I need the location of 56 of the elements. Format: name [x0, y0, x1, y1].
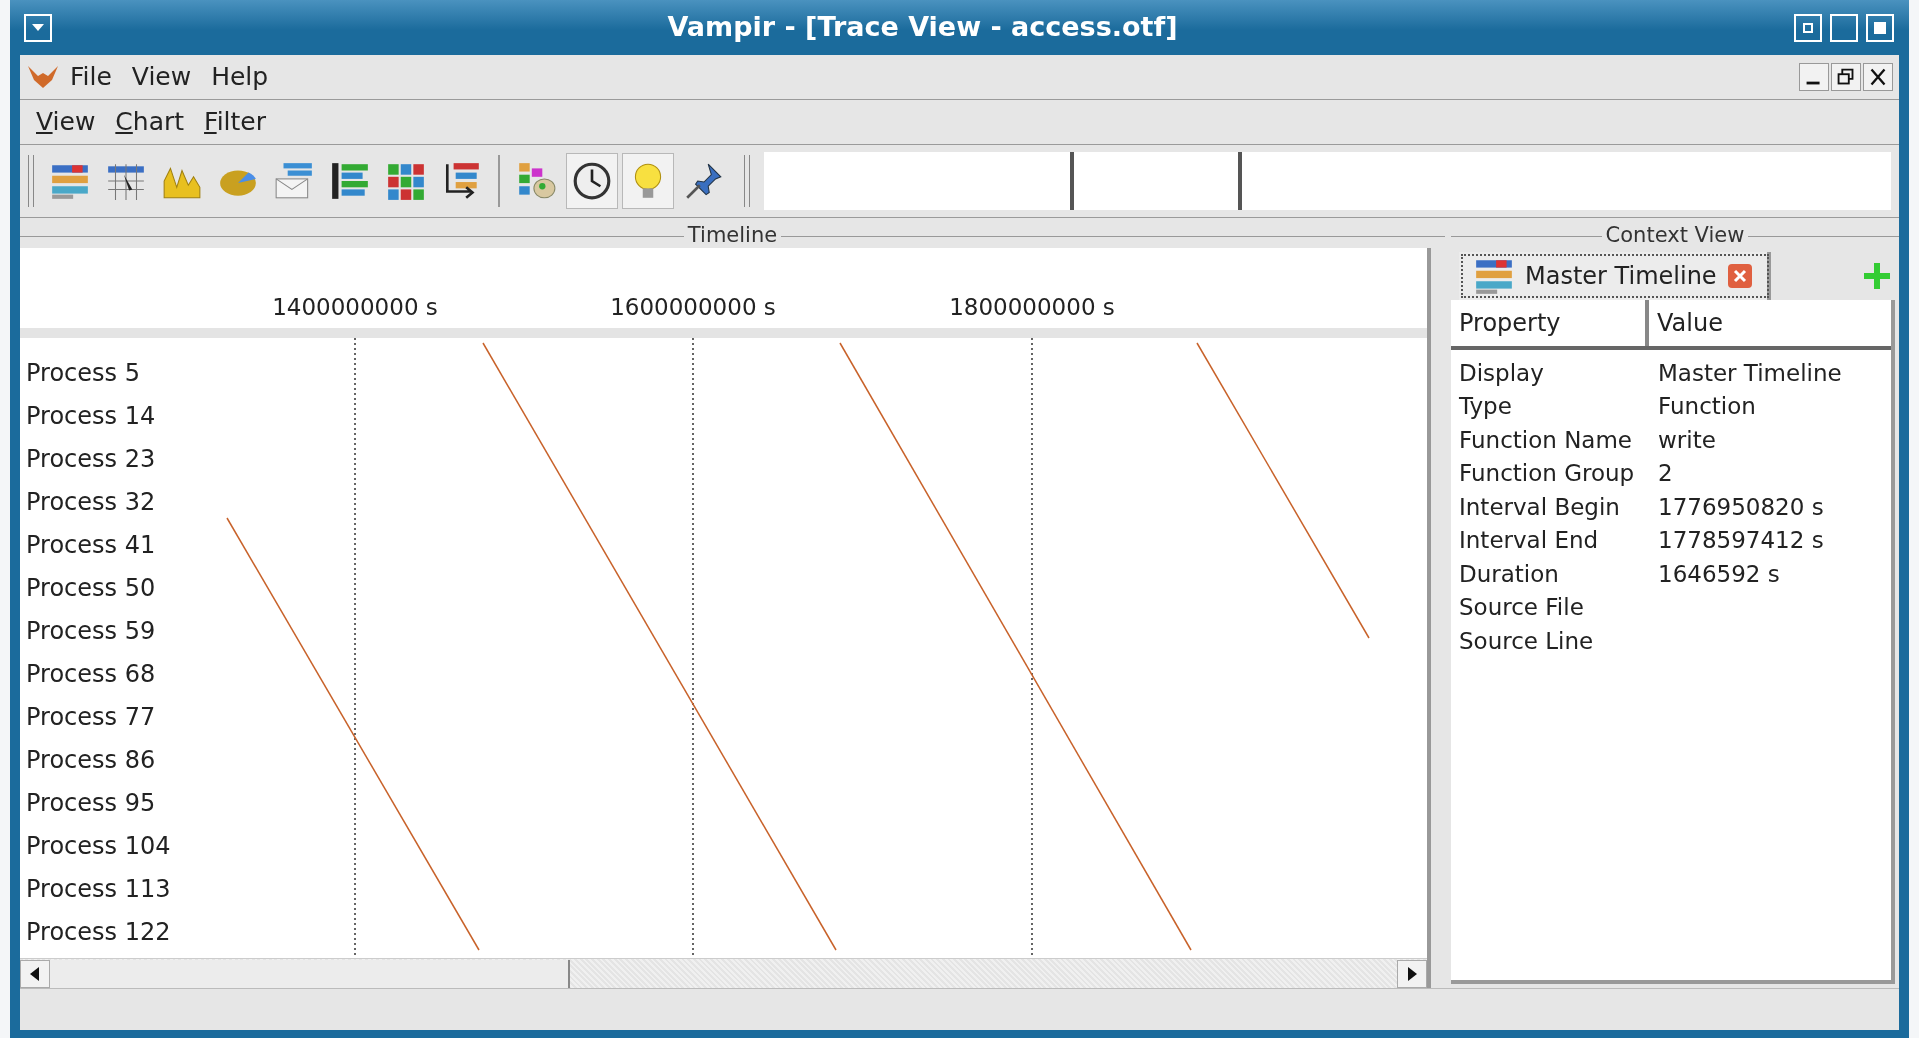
process-label: Process 50 [26, 575, 156, 600]
process-label: Process 14 [26, 403, 156, 428]
clock-icon [571, 160, 613, 202]
window-menu-icon[interactable] [24, 13, 52, 42]
process-label: Process 104 [26, 833, 171, 858]
process-label: Process 59 [26, 618, 156, 643]
process-label: Process 77 [26, 704, 156, 729]
axis-tick-label: 1400000000 s [272, 292, 438, 322]
horizontal-scrollbar[interactable] [20, 958, 1427, 988]
property-cell-text: Function Name [1459, 425, 1633, 455]
process-label: Process 86 [26, 747, 156, 772]
window-title: Vampir - [Trace View - access.otf] [666, 10, 1179, 45]
process-label: Process 95 [26, 790, 156, 815]
menu-item[interactable]: Filter [194, 103, 276, 141]
process-label: Process 68 [26, 661, 156, 686]
maximize-icon[interactable] [1829, 12, 1859, 43]
axis-tick-label: 1600000000 s [610, 292, 776, 322]
minimize-icon[interactable] [1799, 63, 1829, 91]
property-cell-text: Type [1459, 392, 1513, 421]
toolbar-button[interactable] [566, 153, 618, 209]
property-cell-text: Duration [1459, 559, 1560, 589]
axis-tick-label: 1800000000 s [949, 292, 1115, 322]
menu-item[interactable]: View [26, 103, 106, 141]
process-label: Process 32 [26, 489, 156, 514]
scroll-right-icon[interactable] [1406, 966, 1418, 981]
value-cell-text: 2 [1658, 459, 1673, 488]
menu-item[interactable]: File [60, 58, 122, 96]
menu-item[interactable]: Chart [105, 103, 195, 141]
property-cell-text: Interval Begin [1459, 492, 1621, 522]
panel-title: Timeline [686, 222, 779, 250]
process-label: Process 23 [26, 446, 156, 471]
process-label: Process 5 [26, 360, 140, 385]
process-label: Process 41 [26, 532, 156, 557]
close-icon[interactable] [1863, 63, 1893, 91]
value-cell-text: Master Timeline [1658, 358, 1842, 388]
scroll-left-icon[interactable] [29, 966, 41, 981]
value-cell-text: 1646592 s [1658, 559, 1780, 589]
column-header[interactable]: Value [1649, 300, 1891, 346]
menu-item[interactable]: Help [201, 58, 279, 96]
property-cell-text: Display [1459, 358, 1545, 388]
panel-tab[interactable]: Master Timeline [1459, 252, 1771, 300]
menu-item[interactable]: View [121, 58, 202, 96]
panel-title: Context View [1604, 222, 1746, 250]
property-cell-text: Source File [1459, 593, 1585, 622]
value-cell-text: 1778597412 s [1658, 526, 1824, 555]
process-label: Process 113 [26, 876, 171, 901]
restore-icon[interactable] [1831, 63, 1861, 91]
property-cell-text: Function Group [1459, 459, 1636, 488]
property-cell-text: Interval End [1459, 526, 1600, 555]
value-cell-text: write [1658, 425, 1716, 455]
value-cell-text: Function [1658, 392, 1756, 421]
value-cell-text: 1776950820 s [1658, 492, 1824, 522]
column-header[interactable]: Property [1451, 300, 1649, 346]
property-cell-text: Source Line [1459, 626, 1595, 656]
process-label: Process 122 [26, 919, 171, 944]
bar-list-icon [329, 160, 371, 202]
